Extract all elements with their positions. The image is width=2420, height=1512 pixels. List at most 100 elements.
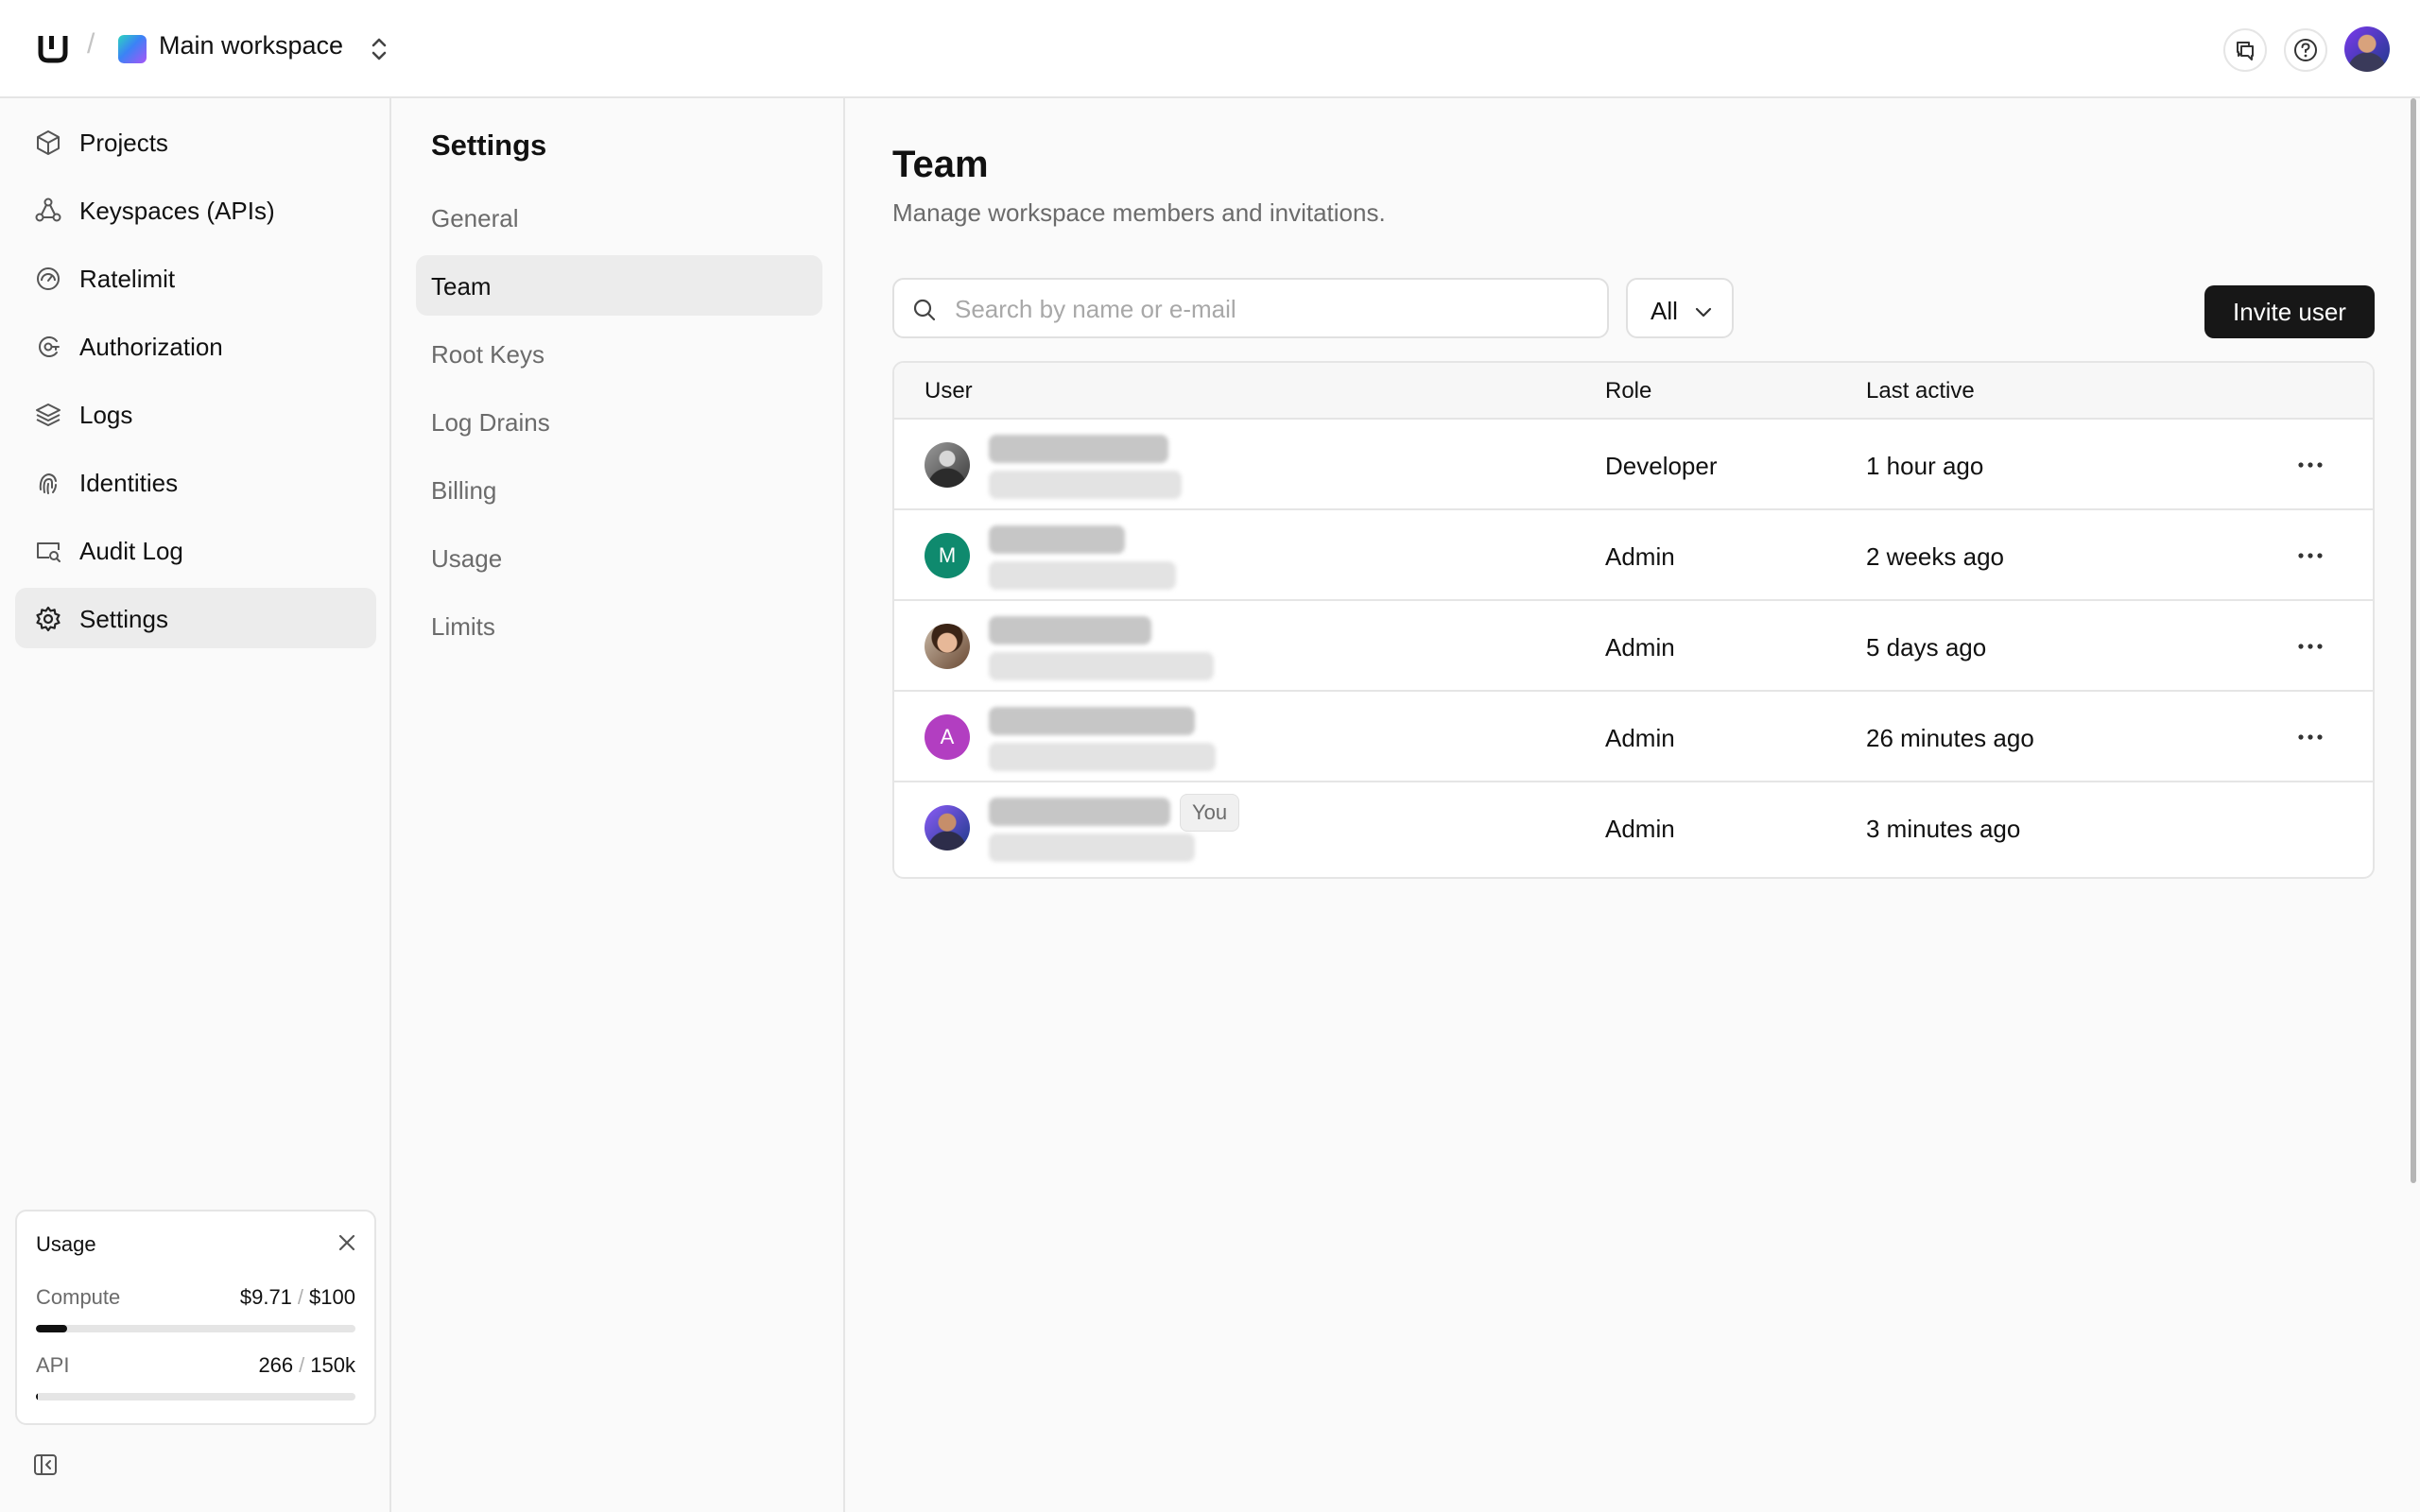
redacted-email (989, 561, 1176, 590)
members-table: User Role Last active Developer 1 hour a… (892, 361, 2375, 879)
member-role: Admin (1605, 633, 1675, 662)
member-last-active: 3 minutes ago (1866, 815, 2021, 843)
member-avatar (925, 805, 970, 850)
member-avatar (925, 442, 970, 488)
filter-label: All (1651, 297, 1678, 325)
nav-item-ratelimit[interactable]: Ratelimit (15, 248, 376, 308)
nav-item-audit-log[interactable]: Audit Log (15, 520, 376, 580)
nodes-icon (35, 198, 61, 222)
more-options-icon[interactable] (2293, 542, 2327, 569)
search-input[interactable] (955, 291, 1588, 327)
column-header-last-active: Last active (1866, 378, 1975, 404)
unkey-logo[interactable] (36, 32, 70, 66)
collapse-sidebar-icon[interactable] (32, 1452, 59, 1478)
member-last-active: 5 days ago (1866, 633, 1987, 662)
subnav-item-label: Usage (431, 544, 503, 573)
member-last-active: 2 weeks ago (1866, 542, 2004, 571)
compute-progress-bar (36, 1325, 355, 1332)
compute-label: Compute (36, 1285, 121, 1309)
page-scrollbar[interactable] (2411, 98, 2416, 1183)
subnav-item-root-keys[interactable]: Root Keys (416, 323, 822, 384)
nav-item-projects[interactable]: Projects (15, 112, 376, 172)
fingerprint-icon (39, 472, 57, 494)
close-icon[interactable] (335, 1230, 359, 1255)
subnav-item-label: General (431, 204, 519, 232)
redacted-name (989, 616, 1151, 644)
compute-progress-fill (36, 1325, 67, 1332)
chat-icon (2237, 42, 2254, 60)
feedback-button[interactable] (2223, 28, 2267, 72)
workspace-switcher-chevrons-icon[interactable] (367, 34, 391, 64)
nav-item-label: Projects (79, 129, 168, 157)
nav-item-label: Identities (79, 469, 179, 497)
subnav-item-team[interactable]: Team (416, 255, 822, 316)
cube-icon (37, 130, 60, 155)
subnav-item-label: Root Keys (431, 340, 544, 369)
subnav-item-log-drains[interactable]: Log Drains (416, 391, 822, 452)
subnav-item-label: Log Drains (431, 408, 550, 437)
top-bar: / Main workspace (0, 0, 2420, 98)
api-limit: 150k (310, 1353, 355, 1377)
nav-item-label: Authorization (79, 333, 223, 361)
shield-key-icon (39, 336, 60, 357)
search-field[interactable] (892, 278, 1609, 338)
nav-item-authorization[interactable]: Authorization (15, 316, 376, 376)
subnav-item-usage[interactable]: Usage (416, 527, 822, 588)
redacted-email (989, 833, 1195, 862)
subnav-title: Settings (431, 129, 547, 162)
redacted-email (989, 743, 1216, 771)
api-used: 266 (258, 1353, 294, 1377)
help-button[interactable] (2284, 28, 2327, 72)
subnav-item-limits[interactable]: Limits (416, 595, 822, 656)
table-row[interactable]: You Admin 3 minutes ago (894, 782, 2373, 873)
nav-item-label: Audit Log (79, 537, 183, 565)
redacted-name (989, 525, 1125, 554)
nav-item-label: Ratelimit (79, 265, 176, 293)
user-avatar[interactable] (2344, 26, 2390, 72)
api-value: 266/150k (258, 1353, 355, 1377)
more-options-icon[interactable] (2293, 724, 2327, 750)
member-avatar: A (925, 714, 970, 760)
member-avatar (925, 624, 970, 669)
subnav-item-label: Billing (431, 476, 497, 505)
nav-item-logs[interactable]: Logs (15, 384, 376, 444)
table-row[interactable]: M Admin 2 weeks ago (894, 510, 2373, 601)
subnav-item-billing[interactable]: Billing (416, 459, 822, 520)
breadcrumb-separator: / (87, 28, 95, 60)
invite-user-button[interactable]: Invite user (2204, 285, 2375, 338)
compute-value: $9.71/$100 (239, 1285, 355, 1309)
role-filter-dropdown[interactable]: All (1626, 278, 1734, 338)
nav-item-identities[interactable]: Identities (15, 452, 376, 512)
nav-item-keyspaces[interactable]: Keyspaces (APIs) (15, 180, 376, 240)
you-badge: You (1180, 794, 1240, 832)
nav-item-label: Keyspaces (APIs) (79, 197, 275, 225)
redacted-email (989, 471, 1182, 499)
table-row[interactable]: Admin 5 days ago (894, 601, 2373, 692)
api-label: API (36, 1353, 70, 1377)
layers-icon (36, 404, 60, 426)
redacted-name (989, 435, 1168, 463)
nav-item-settings[interactable]: Settings (15, 588, 376, 648)
page-title: Team (892, 144, 989, 185)
subnav-item-general[interactable]: General (416, 187, 822, 248)
usage-title: Usage (36, 1232, 96, 1256)
redacted-email (989, 652, 1214, 680)
api-progress-fill (36, 1393, 39, 1400)
redacted-name (989, 707, 1195, 735)
table-row[interactable]: Developer 1 hour ago (894, 420, 2373, 510)
workspace-name[interactable]: Main workspace (159, 31, 343, 60)
more-options-icon[interactable] (2293, 633, 2327, 660)
subnav-item-label: Team (431, 272, 492, 301)
table-row[interactable]: A Admin 26 minutes ago (894, 692, 2373, 782)
settings-subnav: Settings General Team Root Keys Log Drai… (391, 98, 845, 1512)
help-circle-icon (2294, 39, 2317, 61)
column-header-user: User (925, 378, 973, 404)
table-header: User Role Last active (894, 363, 2373, 420)
nav-item-label: Logs (79, 401, 133, 429)
search-icon (913, 299, 936, 321)
member-last-active: 1 hour ago (1866, 452, 1984, 480)
column-header-role: Role (1605, 378, 1652, 404)
more-options-icon[interactable] (2293, 452, 2327, 478)
member-role: Admin (1605, 815, 1675, 843)
usage-card: Usage Compute $9.71/$100 API 266/150k (15, 1210, 376, 1425)
